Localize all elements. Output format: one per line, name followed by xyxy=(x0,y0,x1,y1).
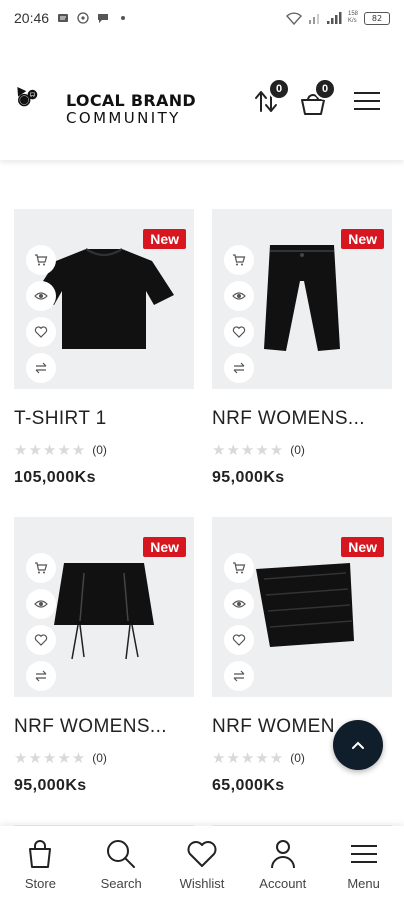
add-to-cart-button[interactable] xyxy=(26,553,56,583)
rating: ★★★★★ (0) xyxy=(212,441,305,459)
heart-icon xyxy=(232,634,246,646)
search-icon xyxy=(107,840,136,868)
star-rating-icon: ★★★★★ xyxy=(212,441,285,459)
new-badge: New xyxy=(143,537,186,557)
compare-button[interactable] xyxy=(26,353,56,383)
product-price: 105,000Ks xyxy=(14,469,96,486)
heart-icon xyxy=(34,634,48,646)
star-rating-icon: ★★★★★ xyxy=(14,441,87,459)
product-title[interactable]: T-SHIRT 1 xyxy=(14,408,204,430)
shopping-bag-icon xyxy=(29,840,52,868)
hamburger-menu-icon[interactable] xyxy=(352,86,382,116)
cart-small-icon xyxy=(35,254,48,266)
nav-store[interactable]: Store xyxy=(0,826,81,900)
battery-indicator: 82 xyxy=(364,11,390,25)
add-to-cart-button[interactable] xyxy=(224,553,254,583)
product-title[interactable]: NRF WOMENS... xyxy=(14,716,204,738)
compare-button[interactable] xyxy=(224,661,254,691)
nav-search-label: Search xyxy=(100,876,142,891)
nav-account-label: Account xyxy=(259,876,307,891)
brand-line2: COMMUNITY xyxy=(66,109,181,127)
site-header: LOCAL BRAND COMMUNITY 0 0 xyxy=(0,36,404,160)
compare-button[interactable] xyxy=(224,353,254,383)
nav-menu-label: Menu xyxy=(347,876,380,891)
swap-icon xyxy=(35,670,47,682)
new-badge: New xyxy=(341,229,384,249)
product-price: 95,000Ks xyxy=(212,469,285,486)
add-to-cart-button[interactable] xyxy=(224,245,254,275)
heart-icon xyxy=(34,326,48,338)
signal-1-icon xyxy=(308,13,319,24)
compare-count-badge: 0 xyxy=(268,78,290,100)
rating: ★★★★★ (0) xyxy=(14,749,107,767)
eye-icon xyxy=(34,292,48,300)
product-image[interactable]: New xyxy=(14,209,194,389)
rating-count: (0) xyxy=(290,751,305,765)
signal-2-icon xyxy=(326,11,342,24)
eye-icon xyxy=(34,600,48,608)
compare-button[interactable] xyxy=(26,661,56,691)
eye-icon xyxy=(232,600,246,608)
heart-icon xyxy=(232,326,246,338)
brand-line1: LOCAL BRAND xyxy=(66,91,196,110)
cart-small-icon xyxy=(35,562,48,574)
cart-small-icon xyxy=(233,562,246,574)
product-image[interactable]: New xyxy=(212,517,392,697)
quick-view-button[interactable] xyxy=(224,589,254,619)
new-badge: New xyxy=(341,537,384,557)
dot-icon xyxy=(121,16,126,20)
star-rating-icon: ★★★★★ xyxy=(212,749,285,767)
message-icon xyxy=(58,14,69,22)
cart-small-icon xyxy=(233,254,246,266)
quick-view-button[interactable] xyxy=(224,281,254,311)
quick-view-button[interactable] xyxy=(26,589,56,619)
quick-view-button[interactable] xyxy=(26,281,56,311)
rating-count: (0) xyxy=(290,443,305,457)
rating-count: (0) xyxy=(92,443,107,457)
wishlist-button[interactable] xyxy=(26,317,56,347)
nav-search[interactable]: Search xyxy=(81,826,162,900)
back-to-top-button[interactable] xyxy=(333,720,383,770)
chat-icon xyxy=(98,14,109,23)
nav-menu[interactable]: Menu xyxy=(323,826,404,900)
status-time: 20:46 xyxy=(14,10,50,26)
nav-wishlist-label: Wishlist xyxy=(179,876,225,891)
rating-count: (0) xyxy=(92,751,107,765)
nav-store-label: Store xyxy=(24,876,56,891)
product-price: 65,000Ks xyxy=(212,777,285,794)
product-title[interactable]: NRF WOMENS... xyxy=(212,408,402,430)
wishlist-button[interactable] xyxy=(224,317,254,347)
network-speed: 158 K/s xyxy=(347,11,358,24)
chevron-up-icon xyxy=(352,741,364,749)
bottom-nav: Store Search Wishlist Account Menu xyxy=(0,826,404,900)
rating: ★★★★★ (0) xyxy=(212,749,305,767)
brand-text[interactable]: LOCAL BRAND COMMUNITY xyxy=(66,91,196,127)
heart-icon xyxy=(187,841,217,867)
wishlist-button[interactable] xyxy=(26,625,56,655)
product-image[interactable]: New xyxy=(14,517,194,697)
new-badge: New xyxy=(143,229,186,249)
swap-icon xyxy=(233,670,245,682)
product-image[interactable]: New xyxy=(212,209,392,389)
viber-icon xyxy=(77,12,89,24)
wishlist-button[interactable] xyxy=(224,625,254,655)
product-price: 95,000Ks xyxy=(14,777,87,794)
menu-icon xyxy=(350,845,377,863)
rating: ★★★★★ (0) xyxy=(14,441,107,459)
nav-wishlist[interactable]: Wishlist xyxy=(162,826,243,900)
star-rating-icon: ★★★★★ xyxy=(14,749,87,767)
swap-icon xyxy=(35,362,47,374)
status-bar: 20:46 158 K/s 82 xyxy=(0,0,404,36)
user-icon xyxy=(270,840,295,869)
swap-icon xyxy=(233,362,245,374)
wifi-icon xyxy=(286,11,302,25)
add-to-cart-button[interactable] xyxy=(26,245,56,275)
eye-icon xyxy=(232,292,246,300)
cart-count-badge: 0 xyxy=(314,78,336,100)
nav-account[interactable]: Account xyxy=(242,826,323,900)
